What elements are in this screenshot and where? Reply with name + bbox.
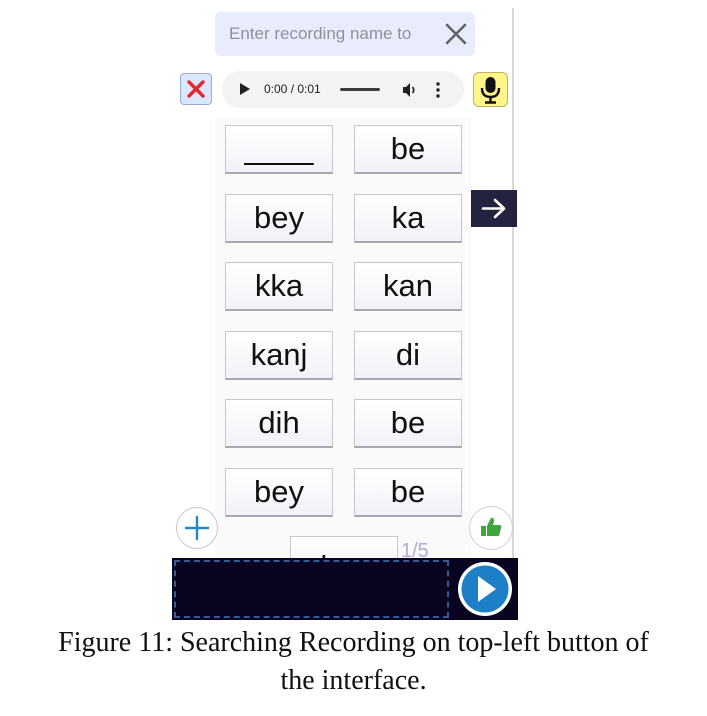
add-button[interactable] — [176, 507, 218, 549]
word-tile[interactable]: bey — [225, 194, 333, 243]
word-tile[interactable]: kanj — [225, 331, 333, 380]
word-tile-label: bey — [254, 474, 304, 509]
word-tile-label: kka — [254, 268, 304, 303]
word-tile[interactable]: be — [354, 125, 462, 174]
audio-time: 0:00 / 0:01 — [264, 82, 321, 96]
like-button[interactable] — [469, 506, 513, 550]
word-tile-label: di — [395, 337, 421, 372]
play-circle-icon[interactable] — [454, 558, 516, 620]
search-input[interactable] — [229, 22, 429, 46]
word-tile[interactable]: be — [354, 399, 462, 448]
word-tile[interactable]: kka — [225, 262, 333, 311]
microphone-icon — [480, 77, 501, 104]
word-tile[interactable]: di — [354, 331, 462, 380]
delete-recording-button[interactable] — [180, 73, 212, 105]
word-tile-label: dih — [258, 405, 300, 440]
caption-line-2: the interface. — [280, 665, 427, 696]
word-tile-label: ____ — [244, 131, 314, 166]
more-vert-icon[interactable] — [435, 81, 441, 99]
sentence-drop-zone[interactable] — [174, 560, 449, 618]
audio-player: 0:00 / 0:01 — [222, 71, 464, 108]
caption-line-1: Figure 11: Searching Recording on top-le… — [58, 627, 649, 658]
word-tile-label: ka — [391, 200, 425, 235]
word-tile[interactable]: be — [354, 468, 462, 517]
record-button[interactable] — [473, 72, 508, 107]
word-tile-label: kan — [383, 268, 433, 303]
scrollbar[interactable] — [512, 8, 514, 558]
word-tile[interactable]: dih — [225, 399, 333, 448]
audio-progress-bar[interactable] — [340, 88, 380, 91]
volume-icon[interactable] — [402, 82, 418, 98]
plus-icon — [184, 515, 210, 541]
word-tile-label: kanj — [250, 337, 308, 372]
play-icon[interactable] — [240, 83, 250, 95]
close-icon[interactable] — [443, 21, 469, 47]
next-page-button[interactable] — [471, 190, 517, 227]
word-tile-label: be — [390, 131, 426, 166]
word-tile-label: bey — [254, 200, 304, 235]
arrow-right-icon — [481, 198, 506, 219]
word-tile-label: be — [390, 474, 426, 509]
word-tile[interactable]: ka — [354, 194, 462, 243]
word-tile[interactable]: bey — [225, 468, 333, 517]
word-tile[interactable]: ____ — [225, 125, 333, 174]
word-tile[interactable]: kan — [354, 262, 462, 311]
figure-caption: Figure 11: Searching Recording on top-le… — [0, 624, 707, 700]
word-tile-label: be — [390, 405, 426, 440]
search-box — [215, 12, 475, 56]
delete-icon — [187, 80, 205, 98]
thumbs-up-icon — [481, 517, 502, 536]
